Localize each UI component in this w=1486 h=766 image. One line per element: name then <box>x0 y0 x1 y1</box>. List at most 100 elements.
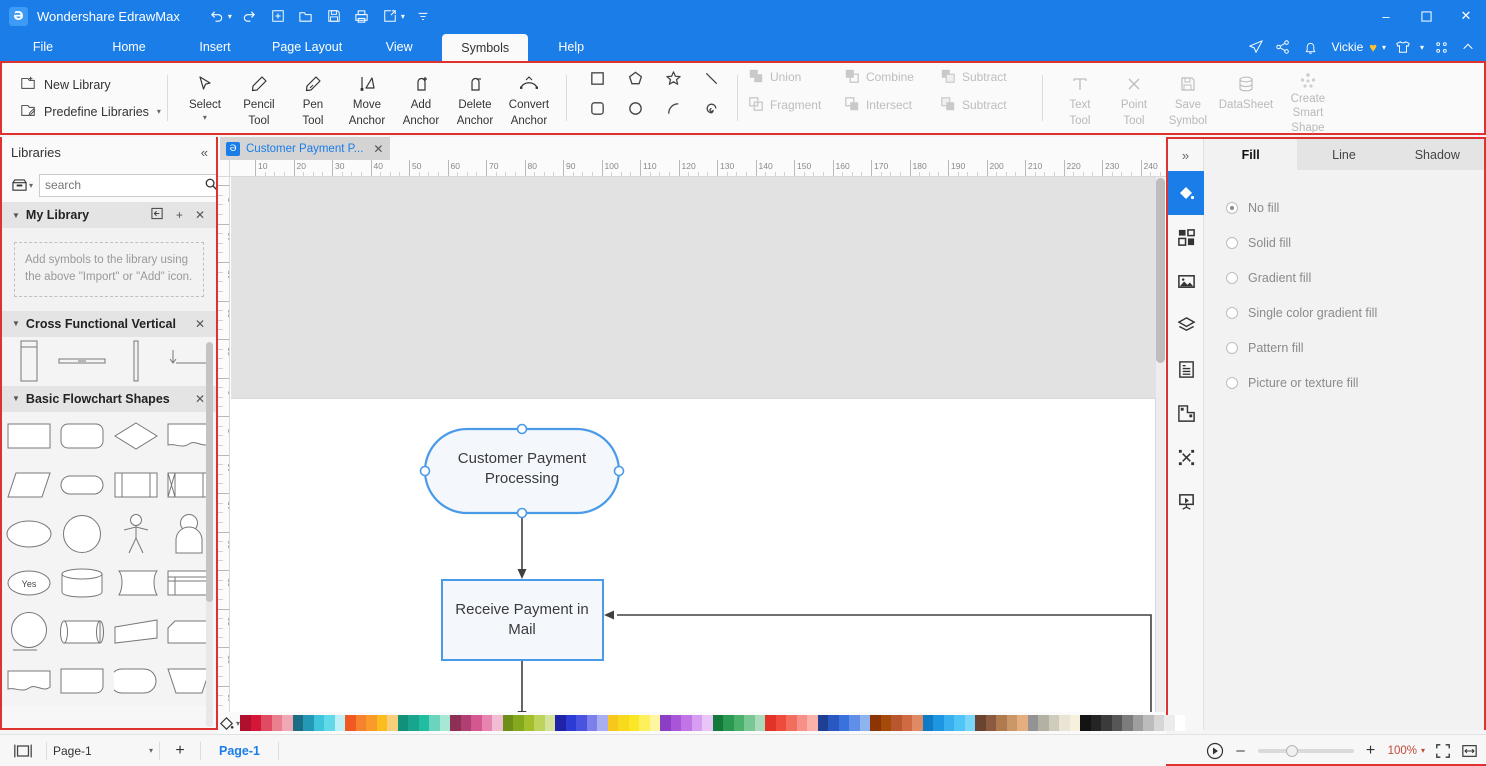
color-swatch[interactable] <box>439 715 451 731</box>
color-swatch[interactable] <box>618 715 629 731</box>
subtract-front-button[interactable]: Subtract <box>940 68 1036 87</box>
intersect-button[interactable]: Intersect <box>844 96 940 115</box>
export-icon[interactable] <box>377 4 403 28</box>
add-icon[interactable]: + <box>173 208 186 222</box>
color-swatch[interactable] <box>1090 715 1102 731</box>
color-swatch[interactable] <box>376 715 388 731</box>
library-source-icon[interactable]: ▾ <box>11 178 33 193</box>
quick-style-icon[interactable] <box>1168 215 1204 259</box>
page-select-caret-icon[interactable]: ▾ <box>149 746 153 755</box>
undo-caret-icon[interactable]: ▾ <box>228 12 232 21</box>
color-swatch[interactable] <box>1174 715 1186 731</box>
move-anchor-button[interactable]: Move Anchor <box>340 65 394 131</box>
presentation-play-icon[interactable] <box>1206 742 1224 760</box>
yes-decision-shape[interactable]: Yes <box>2 559 56 608</box>
page-select-dropdown[interactable]: Page-1 ▾ <box>47 740 159 762</box>
pen-tool-button[interactable]: Pen Tool <box>286 65 340 131</box>
color-swatch[interactable] <box>681 715 692 731</box>
color-swatch[interactable] <box>838 715 850 731</box>
radio-solid-fill[interactable] <box>1226 236 1238 249</box>
color-swatch[interactable] <box>891 715 902 731</box>
color-swatch[interactable] <box>1132 715 1144 731</box>
section-header-basic-flowchart-shapes[interactable]: ▼ Basic Flowchart Shapes ✕ <box>2 385 216 412</box>
delete-anchor-button[interactable]: Delete Anchor <box>448 65 502 131</box>
color-swatch[interactable] <box>544 715 556 731</box>
color-swatch[interactable] <box>796 715 808 731</box>
tape-shape[interactable] <box>56 608 110 657</box>
canvas-scroll-viewport[interactable]: Customer Payment Processing Receive Paym… <box>231 177 1159 730</box>
menu-item-page-layout[interactable]: Page Layout <box>258 33 356 61</box>
datasheet-button[interactable]: DataSheet <box>1215 65 1277 131</box>
fill-option-solid-fill[interactable]: Solid fill <box>1226 225 1484 260</box>
layers-icon[interactable] <box>1168 303 1204 347</box>
save-symbol-button[interactable]: Save Symbol <box>1161 65 1215 131</box>
fit-width-icon[interactable] <box>1461 743 1478 759</box>
predefine-libraries-button[interactable]: Predefine Libraries ▾ <box>20 102 161 121</box>
minimize-button[interactable]: – <box>1366 0 1406 32</box>
swimlane-vertical-icon[interactable] <box>2 337 56 386</box>
color-swatch[interactable] <box>586 715 598 731</box>
color-swatch[interactable] <box>975 715 986 731</box>
select-tool-button[interactable]: Select ▾ <box>178 65 232 131</box>
zoom-in-button[interactable]: + <box>1364 742 1378 760</box>
color-swatch[interactable] <box>817 715 829 731</box>
color-swatch[interactable] <box>754 715 766 731</box>
union-button[interactable]: Union <box>748 68 844 87</box>
zoom-caret-icon[interactable]: ▾ <box>1421 746 1425 755</box>
combine-button[interactable]: Combine <box>844 68 940 87</box>
tab-shadow[interactable]: Shadow <box>1391 139 1484 170</box>
close-button[interactable]: ✕ <box>1446 0 1486 32</box>
page-view-icon[interactable] <box>0 743 46 759</box>
fill-color-picker-icon[interactable]: ▾ <box>218 715 240 732</box>
color-swatch[interactable] <box>534 715 545 731</box>
color-swatch[interactable] <box>282 715 293 731</box>
document-tab[interactable]: Ə Customer Payment P... ✕ <box>220 137 391 160</box>
menu-item-symbols[interactable]: Symbols <box>442 34 529 61</box>
color-swatch[interactable] <box>1059 715 1070 731</box>
color-swatch[interactable] <box>576 715 587 731</box>
canvas-vertical-scrollbar[interactable] <box>1156 177 1165 713</box>
color-swatch[interactable] <box>355 715 367 731</box>
color-swatch[interactable] <box>1069 715 1081 731</box>
color-swatch[interactable] <box>649 715 661 731</box>
search-icon[interactable] <box>204 177 216 194</box>
user-name-label[interactable]: Vickie <box>1331 40 1363 54</box>
create-smart-shape-button[interactable]: Create Smart Shape <box>1277 65 1339 134</box>
color-swatch[interactable] <box>523 715 535 731</box>
color-swatch[interactable] <box>985 715 997 731</box>
section-header-my-library[interactable]: ▼ My Library + ✕ <box>2 202 216 228</box>
fit-page-icon[interactable] <box>1435 743 1451 759</box>
person-shape[interactable] <box>109 510 163 559</box>
color-swatch[interactable] <box>954 715 965 731</box>
menu-item-insert[interactable]: Insert <box>172 33 258 61</box>
color-swatch[interactable] <box>670 715 682 731</box>
radio-no-fill[interactable] <box>1226 201 1238 214</box>
convert-anchor-button[interactable]: Convert Anchor <box>502 65 556 131</box>
slideshow-icon[interactable] <box>1168 479 1204 523</box>
color-swatch[interactable] <box>555 715 566 731</box>
color-swatch[interactable] <box>1006 715 1018 731</box>
open-icon[interactable] <box>293 4 319 28</box>
fill-option-pattern-fill[interactable]: Pattern fill <box>1226 330 1484 365</box>
color-swatch[interactable] <box>471 715 482 731</box>
terminator-shape[interactable] <box>56 657 110 706</box>
color-swatch[interactable] <box>334 715 346 731</box>
multi-document-shape[interactable] <box>2 657 56 706</box>
color-swatch[interactable] <box>786 715 797 731</box>
customize-quick-access-icon[interactable] <box>410 4 436 28</box>
fragment-button[interactable]: Fragment <box>748 96 844 115</box>
color-swatch[interactable] <box>597 715 608 731</box>
color-swatch[interactable] <box>1153 715 1165 731</box>
theme-shirt-icon[interactable] <box>1391 35 1415 59</box>
color-swatch[interactable] <box>408 715 419 731</box>
color-swatch[interactable] <box>912 715 923 731</box>
diamond-shape[interactable] <box>109 412 163 461</box>
export-caret-icon[interactable]: ▾ <box>401 12 405 21</box>
rounded-rectangle-shape[interactable] <box>56 412 110 461</box>
color-swatch[interactable] <box>502 715 514 731</box>
color-swatch[interactable] <box>1111 715 1123 731</box>
parallelogram-shape[interactable] <box>2 461 56 510</box>
color-swatch[interactable] <box>639 715 650 731</box>
search-input-wrap[interactable] <box>39 173 216 197</box>
subtract-back-button[interactable]: Subtract <box>940 96 1036 115</box>
